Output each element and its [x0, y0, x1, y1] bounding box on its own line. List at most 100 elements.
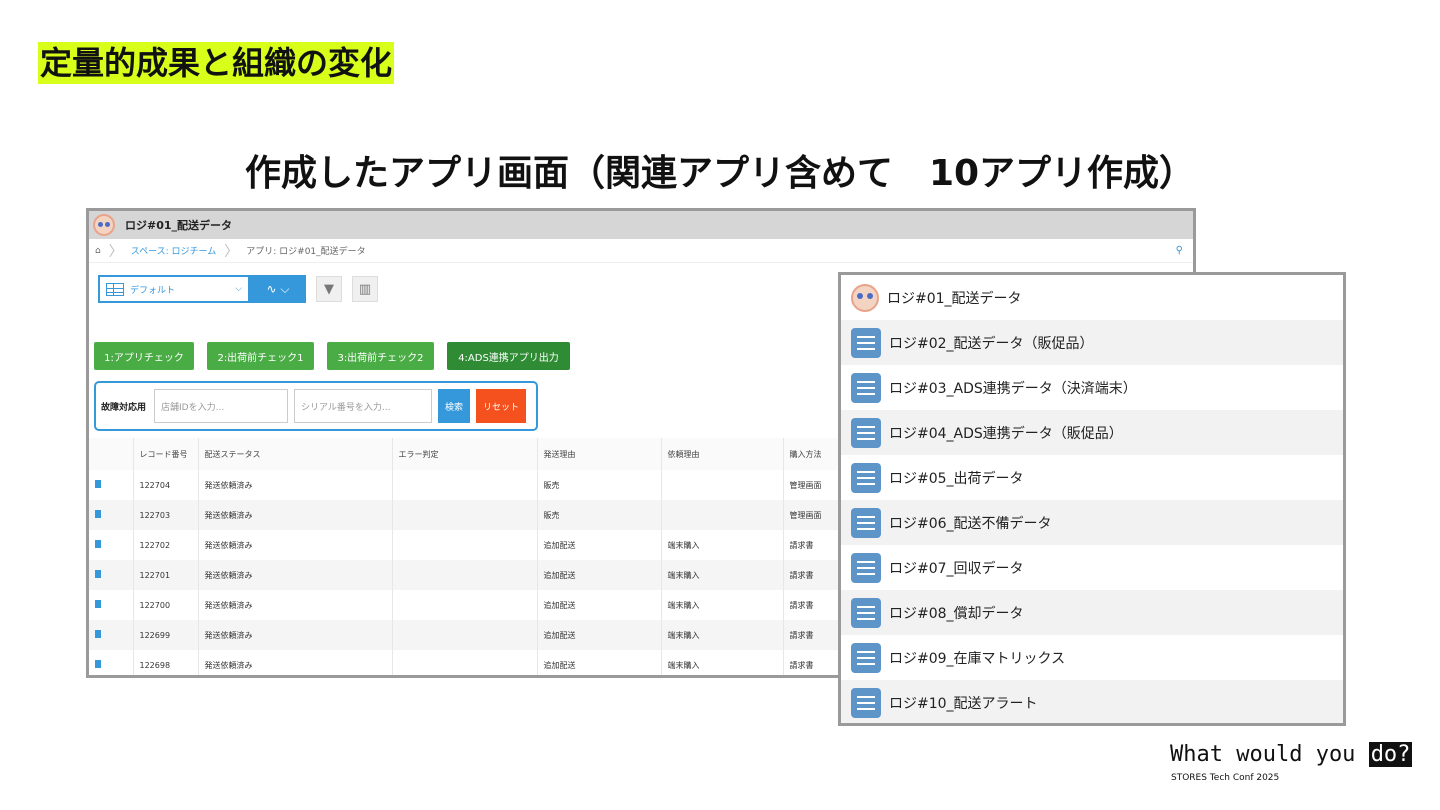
table-cell [391, 650, 537, 675]
record-detail-cell[interactable] [89, 470, 133, 500]
document-icon[interactable] [95, 480, 101, 488]
home-icon[interactable]: ⌂ [95, 246, 101, 256]
column-header[interactable]: 依頼理由 [660, 438, 783, 470]
store-id-input[interactable]: 店舗IDを入力... [154, 389, 289, 423]
pin-icon[interactable]: ⚲ [1176, 245, 1183, 256]
pre-ship-check1-button[interactable]: 2:出荷前チェック1 [207, 342, 314, 370]
related-apps-list: ロジ#01_配送データ ロジ#02_配送データ（販促品） ロジ#03_ADS連携… [838, 272, 1346, 726]
column-header[interactable]: 配送ステータス [197, 438, 392, 470]
related-app-item[interactable]: ロジ#05_出荷データ [841, 455, 1343, 500]
related-app-item[interactable]: ロジ#06_配送不備データ [841, 500, 1343, 545]
breadcrumb-app: アプリ: ロジ#01_配送データ [246, 247, 366, 257]
app-name: ロジ#01_配送データ [125, 219, 233, 232]
table-cell: 122699 [132, 620, 198, 650]
table-cell [391, 530, 537, 560]
robot-app-icon [851, 283, 879, 312]
list-app-icon [851, 597, 881, 628]
app-header: ロジ#01_配送データ [89, 211, 1193, 239]
table-cell: 発送依頼済み [197, 620, 392, 650]
related-app-item[interactable]: ロジ#02_配送データ（販促品） [841, 320, 1343, 365]
document-icon[interactable] [95, 570, 101, 578]
list-app-icon [851, 372, 881, 403]
brand-logo: What would you do? [1170, 742, 1413, 767]
table-cell: 発送依頼済み [197, 470, 392, 500]
search-panel: 故障対応用 店舗IDを入力... シリアル番号を入力... 検索 リセット [94, 381, 538, 431]
breadcrumb-space[interactable]: スペース: ロジチーム [131, 244, 217, 257]
record-detail-cell[interactable] [89, 590, 133, 620]
document-icon[interactable] [95, 630, 101, 638]
table-cell: 発送依頼済み [197, 560, 392, 590]
document-icon[interactable] [95, 510, 101, 518]
filter-button[interactable]: ▼ [316, 276, 342, 302]
related-app-item[interactable]: ロジ#10_配送アラート [841, 680, 1343, 723]
table-header: レコード番号 配送ステータス エラー判定 発送理由 依頼理由 購入方法 [89, 438, 849, 470]
related-app-label: ロジ#05_出荷データ [889, 470, 1024, 487]
table-cell: 122701 [132, 560, 198, 590]
related-app-item[interactable]: ロジ#04_ADS連携データ（販促品） [841, 410, 1343, 455]
related-app-label: ロジ#07_回収データ [889, 560, 1024, 577]
table-cell: 追加配送 [536, 650, 661, 675]
column-header[interactable]: 発送理由 [536, 438, 661, 470]
column-header[interactable]: エラー判定 [391, 438, 537, 470]
pre-ship-check2-button[interactable]: 3:出荷前チェック2 [327, 342, 434, 370]
table-cell: 追加配送 [536, 530, 661, 560]
related-app-item[interactable]: ロジ#08_償却データ [841, 590, 1343, 635]
brand-text: What would you [1170, 742, 1369, 767]
aggregate-button[interactable]: ▥ [352, 276, 378, 302]
table-cell: 122703 [132, 500, 198, 530]
document-icon[interactable] [95, 540, 101, 548]
view-name: デフォルト [130, 285, 176, 296]
reset-button[interactable]: リセット [476, 389, 527, 423]
table-row[interactable]: 122701 発送依頼済み 追加配送 端末購入 請求書 [89, 560, 849, 590]
table-cell [391, 620, 537, 650]
related-app-item[interactable]: ロジ#03_ADS連携データ（決済端末） [841, 365, 1343, 410]
view-toolbar: デフォルト ⌵ ∿ ⌵ ▼ ▥ [98, 275, 378, 303]
related-app-label: ロジ#04_ADS連携データ（販促品） [889, 425, 1123, 442]
related-app-item[interactable]: ロジ#07_回収データ [841, 545, 1343, 590]
graph-button[interactable]: ∿ ⌵ [250, 275, 306, 303]
table-cell: 端末購入 [660, 530, 783, 560]
table-cell [660, 470, 783, 500]
breadcrumb-separator: 〉 [108, 243, 123, 260]
table-cell [391, 500, 537, 530]
search-button[interactable]: 検索 [438, 389, 471, 423]
table-row[interactable]: 122704 発送依頼済み 販売 管理画面 [89, 470, 849, 500]
header-doc [89, 438, 133, 470]
list-app-icon [851, 642, 881, 673]
ads-export-button[interactable]: 4:ADS連携アプリ出力 [447, 342, 570, 370]
table-cell: 122698 [132, 650, 198, 675]
table-cell: 追加配送 [536, 620, 661, 650]
document-icon[interactable] [95, 600, 101, 608]
table-row[interactable]: 122700 発送依頼済み 追加配送 端末購入 請求書 [89, 590, 849, 620]
record-detail-cell[interactable] [89, 500, 133, 530]
app-check-button[interactable]: 1:アプリチェック [94, 342, 194, 370]
table-cell: 端末購入 [660, 590, 783, 620]
table-row[interactable]: 122703 発送依頼済み 販売 管理画面 [89, 500, 849, 530]
document-icon[interactable] [95, 660, 101, 668]
related-app-label: ロジ#09_在庫マトリックス [889, 650, 1066, 667]
column-header[interactable]: レコード番号 [132, 438, 198, 470]
serial-input[interactable]: シリアル番号を入力... [294, 389, 433, 423]
breadcrumb-separator: 〉 [224, 243, 239, 260]
table-cell: 122700 [132, 590, 198, 620]
related-app-item[interactable]: ロジ#01_配送データ [841, 275, 1343, 320]
custom-buttons: 1:アプリチェック 2:出荷前チェック1 3:出荷前チェック2 4:ADS連携ア… [94, 342, 583, 370]
list-app-icon [851, 687, 881, 718]
table-row[interactable]: 122702 発送依頼済み 追加配送 端末購入 請求書 [89, 530, 849, 560]
table-cell: 販売 [536, 470, 661, 500]
brand-highlight: do? [1368, 742, 1413, 767]
record-detail-cell[interactable] [89, 560, 133, 590]
record-detail-cell[interactable] [89, 650, 133, 675]
list-app-icon [851, 507, 881, 538]
record-detail-cell[interactable] [89, 530, 133, 560]
table-view-icon [106, 282, 124, 296]
table-row[interactable]: 122699 発送依頼済み 追加配送 端末購入 請求書 [89, 620, 849, 650]
record-detail-cell[interactable] [89, 620, 133, 650]
table-cell [391, 560, 537, 590]
table-row[interactable]: 122698 発送依頼済み 追加配送 端末購入 請求書 [89, 650, 849, 675]
slide-title: 定量的成果と組織の変化 [38, 42, 395, 84]
related-app-item[interactable]: ロジ#09_在庫マトリックス [841, 635, 1343, 680]
related-app-label: ロジ#08_償却データ [889, 605, 1024, 622]
view-selector[interactable]: デフォルト ⌵ [98, 275, 250, 303]
table-cell: 122702 [132, 530, 198, 560]
